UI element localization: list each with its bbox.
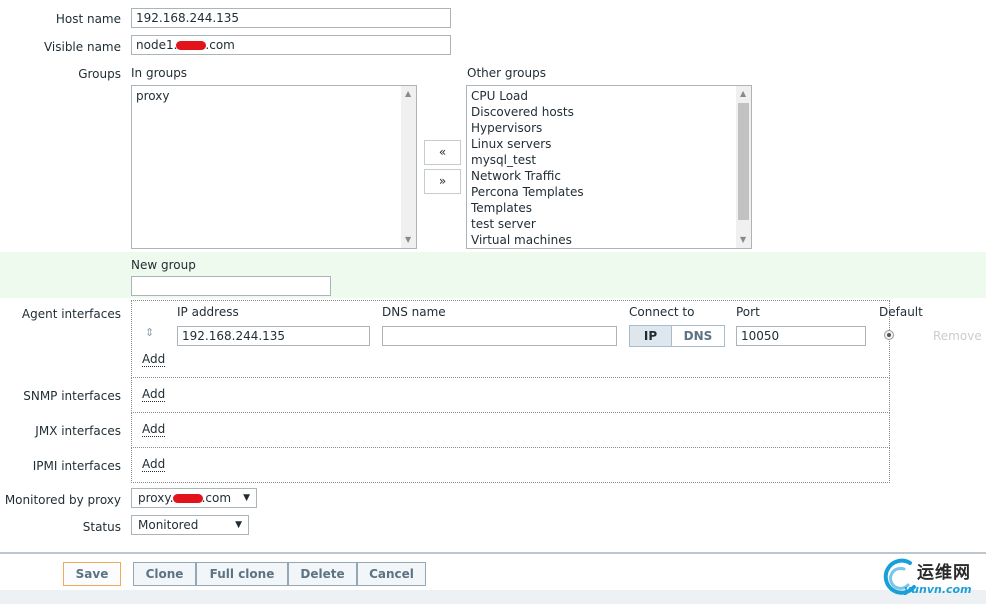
ipmi-interfaces-box (131, 448, 890, 483)
visible-name-prefix: node1. (136, 38, 178, 52)
list-item[interactable]: proxy (132, 88, 416, 104)
scroll-up-icon[interactable]: ▲ (405, 89, 411, 99)
scroll-down-icon[interactable]: ▼ (405, 235, 411, 245)
watermark-domain: yunvn.com (904, 583, 972, 596)
chevron-down-icon: ▼ (235, 520, 242, 530)
chevron-down-icon: ▼ (243, 493, 250, 503)
move-left-button[interactable]: « (424, 140, 461, 165)
list-item[interactable]: Virtual machines (467, 232, 751, 248)
full-clone-button[interactable]: Full clone (196, 562, 288, 586)
list-item[interactable]: Percona Templates (467, 184, 751, 200)
list-item[interactable]: Templates (467, 200, 751, 216)
list-item[interactable]: mysql_test (467, 152, 751, 168)
snmp-interfaces-label: SNMP interfaces (23, 389, 121, 403)
move-right-button[interactable]: » (424, 169, 461, 194)
list-item[interactable]: test server (467, 216, 751, 232)
list-item[interactable]: Linux servers (467, 136, 751, 152)
drag-handle-icon[interactable]: ⇕ (145, 326, 154, 339)
remove-link[interactable]: Remove (933, 328, 982, 344)
host-name-input[interactable]: 192.168.244.135 (131, 8, 451, 28)
visible-name-label: Visible name (43, 40, 121, 54)
other-groups-label: Other groups (467, 66, 546, 80)
footer-bar (0, 590, 986, 604)
clone-button[interactable]: Clone (133, 562, 196, 586)
scroll-up-icon[interactable]: ▲ (740, 89, 746, 99)
ipmi-interfaces-label: IPMI interfaces (32, 459, 121, 473)
status-value: Monitored (138, 518, 199, 532)
in-groups-scrollbar[interactable]: ▲ ▼ (401, 86, 416, 248)
col-connect-to: Connect to (629, 305, 695, 319)
col-port: Port (736, 305, 760, 319)
connect-dns-toggle[interactable]: DNS (671, 325, 725, 347)
status-label: Status (82, 520, 121, 534)
proxy-value-suffix: .com (201, 491, 232, 505)
ipmi-add-link[interactable]: Add (142, 457, 166, 472)
proxy-value-prefix: proxy. (138, 491, 174, 505)
agent-interfaces-label: Agent interfaces (21, 307, 121, 321)
in-groups-label: In groups (131, 66, 188, 80)
default-radio[interactable] (884, 330, 894, 340)
cancel-button[interactable]: Cancel (357, 562, 426, 586)
snmp-add-link[interactable]: Add (142, 387, 166, 402)
footer-divider (0, 552, 986, 554)
other-groups-scrollbar[interactable]: ▲ ▼ (736, 86, 751, 248)
status-select[interactable]: Monitored ▼ (131, 515, 249, 535)
agent-add-link[interactable]: Add (142, 352, 166, 367)
watermark-chinese: 运维网 (917, 563, 971, 583)
jmx-interfaces-box (131, 413, 890, 448)
list-item[interactable]: Hypervisors (467, 120, 751, 136)
col-dns-name: DNS name (382, 305, 446, 319)
host-name-label: Host name (55, 12, 121, 26)
delete-button[interactable]: Delete (288, 562, 357, 586)
port-input[interactable]: 10050 (736, 326, 866, 346)
dns-name-input[interactable] (382, 326, 617, 346)
jmx-add-link[interactable]: Add (142, 422, 166, 437)
jmx-interfaces-label: JMX interfaces (35, 424, 121, 438)
col-ip-address: IP address (177, 305, 239, 319)
connect-ip-toggle[interactable]: IP (629, 325, 672, 347)
list-item[interactable]: CPU Load (467, 88, 751, 104)
proxy-select[interactable]: proxy. .com ▼ (131, 488, 257, 508)
new-group-label: New group (131, 258, 196, 272)
col-default: Default (879, 305, 923, 319)
list-item[interactable]: Network Traffic (467, 168, 751, 184)
snmp-interfaces-box (131, 378, 890, 413)
visible-name-suffix: .com (205, 38, 235, 52)
scroll-down-icon[interactable]: ▼ (740, 235, 746, 245)
save-button[interactable]: Save (63, 562, 121, 586)
new-group-input[interactable] (131, 276, 331, 296)
in-groups-list[interactable]: proxy ▲ ▼ (131, 85, 417, 249)
ip-address-input[interactable]: 192.168.244.135 (177, 326, 370, 346)
list-item[interactable]: Discovered hosts (467, 104, 751, 120)
monitored-by-proxy-label: Monitored by proxy (4, 493, 121, 507)
other-groups-list[interactable]: CPU Load Discovered hosts Hypervisors Li… (466, 85, 752, 249)
redaction-mark (176, 41, 207, 50)
scroll-thumb[interactable] (738, 103, 749, 220)
visible-name-input[interactable]: node1. .com (131, 35, 451, 55)
groups-label: Groups (78, 67, 121, 81)
redaction-mark (172, 494, 203, 503)
